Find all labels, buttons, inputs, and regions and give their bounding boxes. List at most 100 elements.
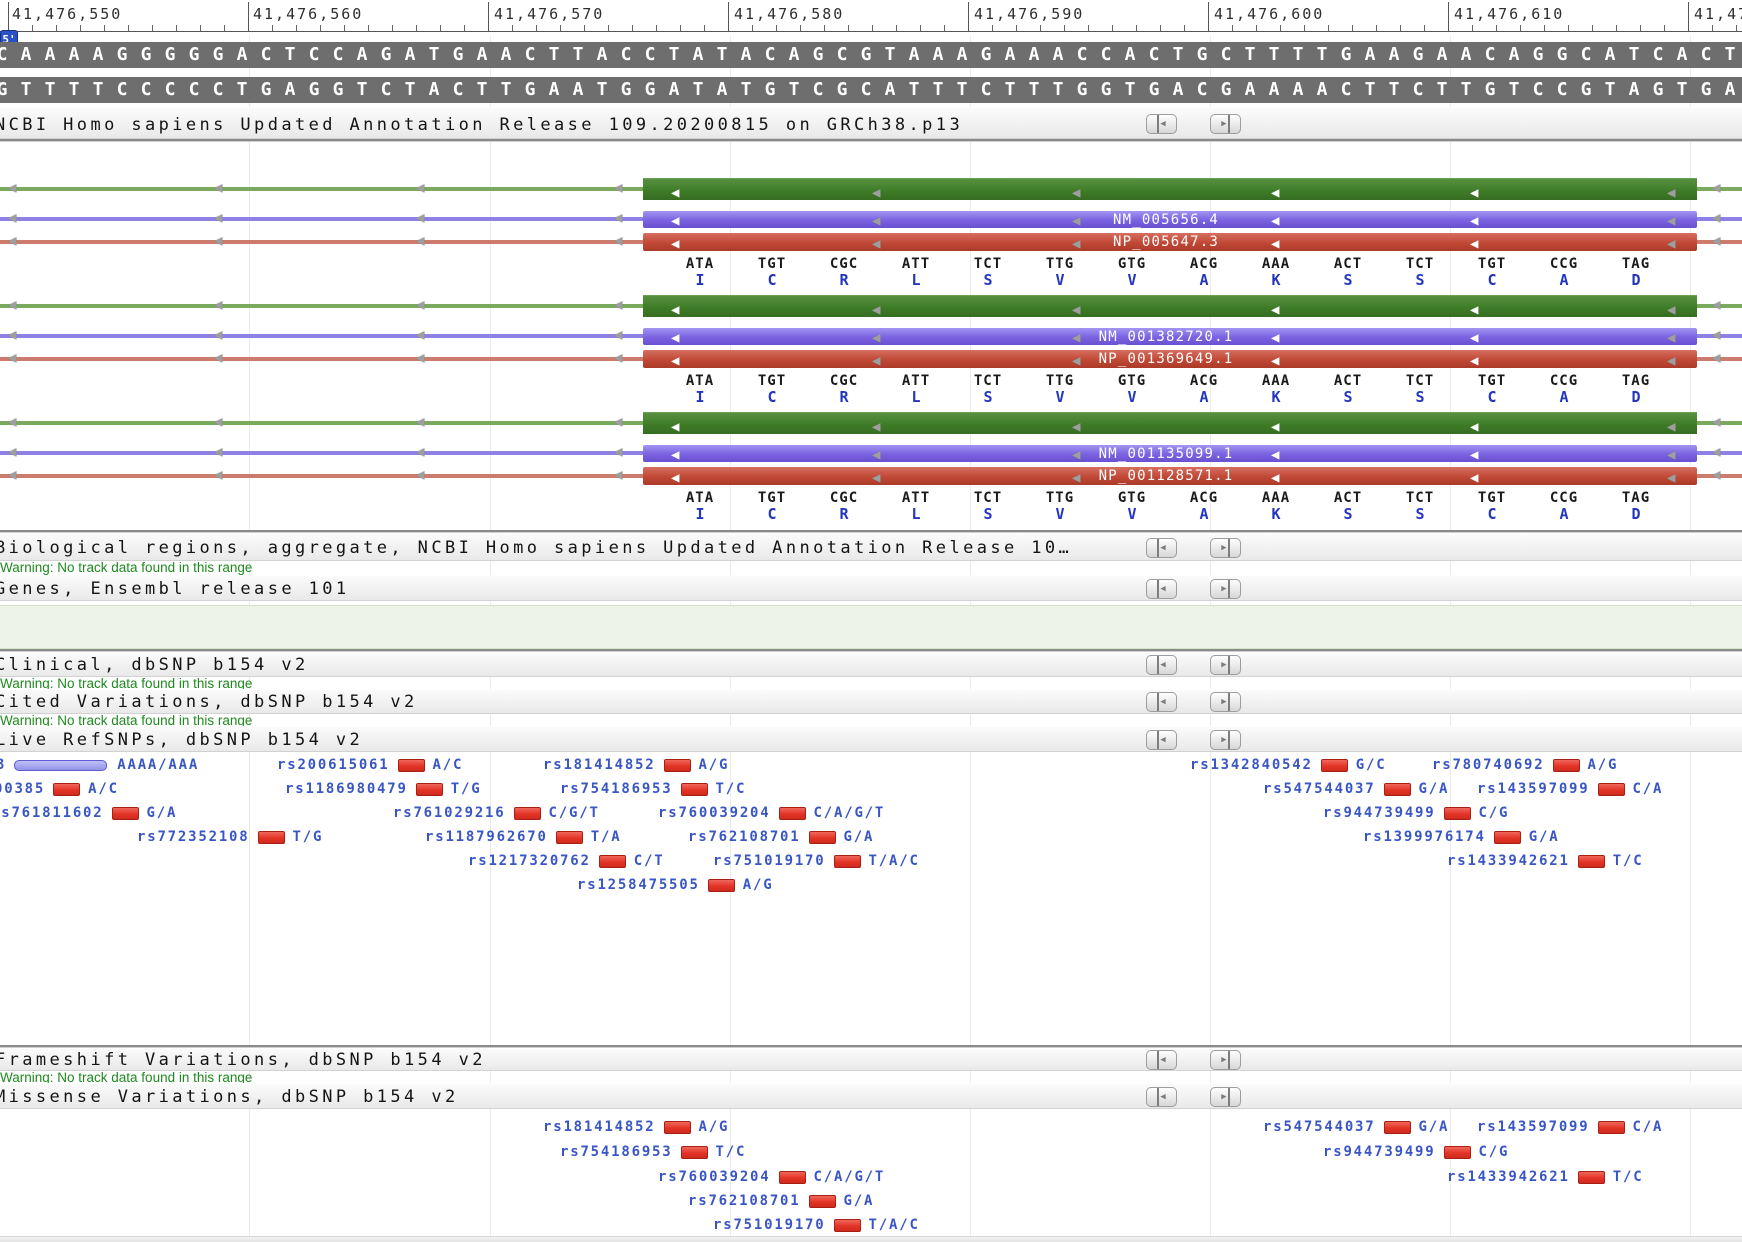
track-title: Live RefSNPs, dbSNP b154 v2 (0, 730, 363, 750)
page-last-button[interactable]: ▶ (1210, 579, 1241, 599)
missense-snp-item[interactable]: rs547544037G/A (1263, 1119, 1449, 1135)
refsnp-item[interactable]: rs1433942621T/C (1447, 853, 1643, 869)
sequence-letter: C (254, 42, 278, 68)
page-last-button[interactable]: ▶ (1210, 655, 1241, 675)
refsnp-item[interactable]: rs181414852A/G (543, 757, 729, 773)
variant-marker (681, 783, 708, 796)
sequence-letter: G (182, 42, 206, 68)
sequence-letter: T (1358, 77, 1382, 103)
missense-snp-item[interactable]: rs1433942621T/C (1447, 1169, 1643, 1185)
sequence-letter: A (1238, 77, 1262, 103)
page-first-button[interactable]: ◀ (1146, 730, 1177, 750)
gene-bar[interactable] (643, 412, 1697, 434)
amino-acid-label: C (767, 388, 776, 406)
missense-snp-item[interactable]: rs181414852A/G (543, 1119, 729, 1135)
refsnp-item[interactable]: rs944739499C/G (1323, 805, 1509, 821)
refsnp-item[interactable]: rs760039204C/A/G/T (658, 805, 885, 821)
page-first-button[interactable]: ◀ (1146, 655, 1177, 675)
strand-arrow-icon: ◀ (614, 351, 622, 365)
sequence-letter: C (1334, 77, 1358, 103)
sequence-letter: C (0, 42, 14, 68)
reverse-strand-band[interactable]: GTTTTCCCCCTGAGGTCTACTTGAATGGATATGTCGCATT… (0, 77, 1742, 103)
page-first-button[interactable]: ◀ (1146, 579, 1177, 599)
sequence-letter: T (1502, 77, 1526, 103)
page-last-button[interactable]: ▶ (1210, 1087, 1241, 1107)
strand-arrow-icon: ◀ (1072, 354, 1080, 368)
missense-snp-item[interactable]: rs751019170T/A/C (713, 1217, 920, 1233)
forward-strand-band[interactable]: CAAAAGGGGGACTCCAGATGAACTTACCTATACAGCGTAA… (0, 42, 1742, 68)
refsnp-item[interactable]: rs761029216C/G/T (393, 805, 600, 821)
ruler-label: 41,476,580 (734, 5, 844, 23)
refsnp-item[interactable]: rs761811602G/A (0, 805, 177, 821)
strand-arrow-icon: ◀ (1470, 331, 1478, 345)
page-first-button[interactable]: ◀ (1146, 1087, 1177, 1107)
page-first-button[interactable]: ◀ (1146, 692, 1177, 712)
snp-id: rs761811602 (0, 805, 104, 821)
strand-arrow-icon: ◀ (671, 471, 679, 485)
ruler-tick-major (488, 2, 489, 32)
sequence-letter: A (1262, 77, 1286, 103)
sequence-letter: T (998, 77, 1022, 103)
sequence-letter: A (902, 42, 926, 68)
page-first-button[interactable]: ◀ (1146, 1050, 1177, 1070)
page-last-button[interactable]: ▶ (1210, 692, 1241, 712)
codon-label: ATA (686, 490, 714, 506)
strand-arrow-icon: ◀ (614, 328, 622, 342)
refsnp-item[interactable]: rs200615061A/C (277, 757, 463, 773)
missense-snp-item[interactable]: rs944739499C/G (1323, 1144, 1509, 1160)
snp-alleles: A/C (433, 757, 464, 773)
gene-bar[interactable] (643, 295, 1697, 317)
missense-snp-item[interactable]: rs143597099C/A (1477, 1119, 1663, 1135)
page-first-button[interactable]: ◀ (1146, 114, 1177, 134)
refsnp-item[interactable]: rs754186953T/C (560, 781, 746, 797)
intron-line (0, 217, 643, 221)
refsnp-item[interactable]: rs1186980479T/G (285, 781, 481, 797)
refsnp-item[interactable]: rs780740692A/G (1432, 757, 1618, 773)
snp-alleles: T/A/C (869, 853, 920, 869)
page-first-button[interactable]: ◀ (1146, 538, 1177, 558)
sequence-letter: A (710, 77, 734, 103)
refsnp-item[interactable]: rs1258475505A/G (577, 877, 773, 893)
page-last-button[interactable]: ▶ (1210, 1050, 1241, 1070)
refsnp-item[interactable]: 3AAAA/AAA (0, 757, 199, 773)
amino-acid-label: S (1343, 505, 1352, 523)
snp-alleles: C/G/T (549, 805, 600, 821)
codon-label: TAG (1622, 373, 1650, 389)
refsnp-item[interactable]: rs1342840542G/C (1190, 757, 1386, 773)
refsnp-item[interactable]: rs143597099C/A (1477, 781, 1663, 797)
amino-acid-label: S (983, 388, 992, 406)
track-header-biological-regions: Biological regions, aggregate, NCBI Homo… (0, 533, 1742, 561)
refsnp-item[interactable]: rs762108701G/A (688, 829, 874, 845)
gene-bar[interactable] (643, 178, 1697, 200)
missense-snp-item[interactable]: rs762108701G/A (688, 1193, 874, 1209)
intron-line (0, 304, 643, 308)
refsnp-item[interactable]: rs547544037G/A (1263, 781, 1449, 797)
codon-label: TGT (1478, 490, 1506, 506)
intron-line (0, 334, 643, 338)
sequence-letter: T (1022, 77, 1046, 103)
strand-arrow-icon: ◀ (1667, 237, 1675, 251)
refsnp-item[interactable]: rs751019170T/A/C (713, 853, 920, 869)
sequence-letter: C (1526, 77, 1550, 103)
sequence-letter: A (542, 77, 566, 103)
page-last-button[interactable]: ▶ (1210, 730, 1241, 750)
page-last-button[interactable]: ▶ (1210, 114, 1241, 134)
intron-line (0, 474, 643, 478)
track-title: Frameshift Variations, dbSNP b154 v2 (0, 1050, 486, 1070)
page-first-icon: ◀ (1157, 539, 1165, 557)
sequence-letter: C (1214, 42, 1238, 68)
refsnp-item[interactable]: 00385A/C (0, 781, 119, 797)
strand-arrow-icon: ◀ (1667, 186, 1675, 200)
strand-arrow-icon: ◀ (1712, 351, 1720, 365)
missense-snp-item[interactable]: rs754186953T/C (560, 1144, 746, 1160)
sequence-letter: A (494, 42, 518, 68)
sequence-letter: G (830, 77, 854, 103)
page-first-icon: ◀ (1157, 1088, 1165, 1106)
page-last-button[interactable]: ▶ (1210, 538, 1241, 558)
refsnp-item[interactable]: rs772352108T/G (137, 829, 323, 845)
missense-snp-item[interactable]: rs760039204C/A/G/T (658, 1169, 885, 1185)
sequence-letter: C (110, 77, 134, 103)
refsnp-item[interactable]: rs1187962670T/A (425, 829, 621, 845)
refsnp-item[interactable]: rs1399976174G/A (1363, 829, 1559, 845)
refsnp-item[interactable]: rs1217320762C/T (468, 853, 664, 869)
